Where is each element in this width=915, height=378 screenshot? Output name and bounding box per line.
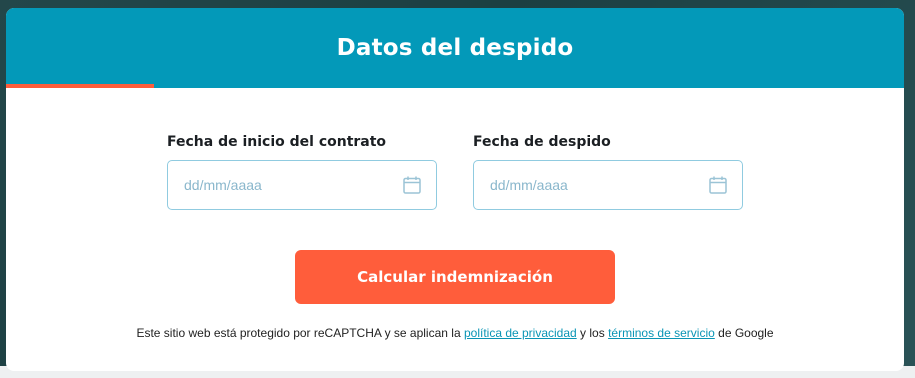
recaptcha-prefix: Este sitio web está protegido por reCAPT… — [136, 326, 461, 340]
dismissal-date-input[interactable]: dd/mm/aaaa — [473, 160, 743, 210]
privacy-policy-link[interactable]: política de privacidad — [464, 326, 577, 340]
dismissal-date-placeholder: dd/mm/aaaa — [490, 177, 568, 193]
start-date-input[interactable]: dd/mm/aaaa — [167, 160, 437, 210]
recaptcha-middle: y los — [580, 326, 605, 340]
calendar-icon[interactable] — [708, 175, 728, 195]
card-header: Datos del despido — [6, 8, 904, 88]
progress-bar-fill — [6, 84, 155, 88]
start-date-label: Fecha de inicio del contrato — [167, 134, 387, 150]
date-fields-row: Fecha de inicio del contrato dd/mm/aaaa … — [167, 132, 744, 214]
dismissal-data-card: Datos del despido Fecha de inicio del co… — [6, 8, 904, 371]
recaptcha-suffix: de Google — [718, 326, 774, 340]
progress-bar — [6, 84, 904, 88]
dismissal-date-field: Fecha de despido dd/mm/aaaa — [473, 132, 743, 210]
calculate-severance-button[interactable]: Calcular indemnización — [295, 250, 615, 304]
card-title: Datos del despido — [336, 35, 574, 61]
start-date-field: Fecha de inicio del contrato dd/mm/aaaa — [167, 132, 437, 210]
recaptcha-notice: Este sitio web está protegido por reCAPT… — [6, 326, 904, 340]
calendar-icon[interactable] — [402, 175, 422, 195]
terms-of-service-link[interactable]: términos de servicio — [608, 326, 715, 340]
dismissal-date-label: Fecha de despido — [473, 134, 611, 150]
start-date-placeholder: dd/mm/aaaa — [184, 177, 262, 193]
